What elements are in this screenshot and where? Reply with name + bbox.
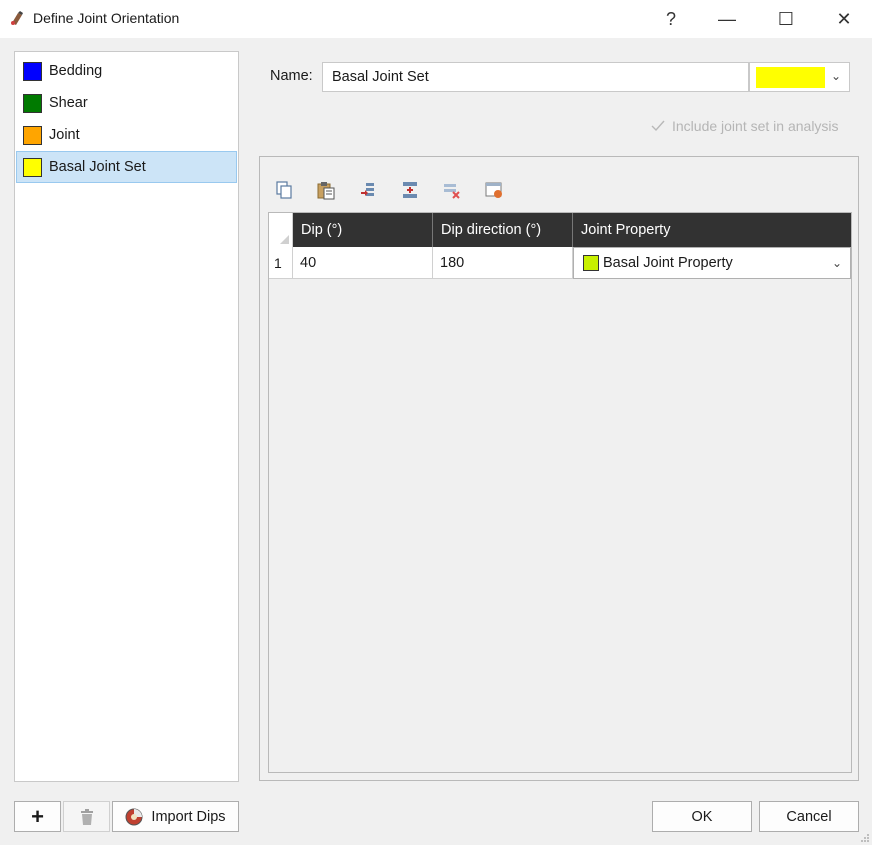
column-header-dip-direction[interactable]: Dip direction (°) xyxy=(433,213,573,247)
maximize-button[interactable]: ☐ xyxy=(758,0,814,38)
trash-icon xyxy=(80,808,93,825)
include-in-analysis-checkbox: Include joint set in analysis xyxy=(650,118,839,134)
color-swatch xyxy=(23,125,42,145)
checkmark-icon xyxy=(650,118,666,134)
copy-button[interactable] xyxy=(272,178,295,201)
delete-row-button[interactable] xyxy=(440,178,463,201)
ok-button[interactable]: OK xyxy=(652,801,752,832)
joint-set-list[interactable]: Bedding Shear Joint Basal Joint Set xyxy=(14,51,239,782)
copy-icon xyxy=(275,180,292,199)
cell-dip[interactable]: 40 xyxy=(293,247,433,279)
paste-icon xyxy=(317,181,334,199)
cancel-button[interactable]: Cancel xyxy=(759,801,859,832)
chevron-down-icon: ⌄ xyxy=(831,256,842,270)
minimize-icon: — xyxy=(718,8,736,29)
title-bar: Define Joint Orientation ? — ☐ ✕ xyxy=(0,0,872,38)
plus-icon: + xyxy=(31,803,44,829)
maximize-icon: ☐ xyxy=(777,8,795,29)
column-header-dip[interactable]: Dip (°) xyxy=(293,213,433,247)
import-dips-button[interactable]: Import Dips xyxy=(112,801,239,832)
add-row-icon xyxy=(402,181,417,198)
color-swatch xyxy=(23,93,42,113)
import-dips-label: Import Dips xyxy=(151,808,226,825)
joint-set-label: Joint xyxy=(49,127,80,143)
joint-set-label: Basal Joint Set xyxy=(49,159,146,175)
window-title: Define Joint Orientation xyxy=(33,10,180,26)
joint-set-item-joint[interactable]: Joint xyxy=(16,119,237,151)
insert-row-icon xyxy=(360,182,374,196)
color-chip xyxy=(756,67,825,88)
joint-property-value: Basal Joint Property xyxy=(603,255,733,271)
name-input[interactable]: Basal Joint Set xyxy=(322,62,749,92)
joint-set-label: Bedding xyxy=(49,63,103,79)
cell-dip-direction[interactable]: 180 xyxy=(433,247,573,279)
chevron-down-icon: ⌄ xyxy=(830,69,841,83)
color-swatch xyxy=(23,61,42,81)
cell-joint-property-dropdown[interactable]: Basal Joint Property ⌄ xyxy=(573,247,851,279)
help-icon: ? xyxy=(665,8,676,29)
delete-joint-set-button[interactable] xyxy=(63,801,110,832)
name-label: Name: xyxy=(270,68,313,84)
select-all-corner[interactable] xyxy=(269,213,293,247)
column-header-joint-property[interactable]: Joint Property xyxy=(573,213,851,247)
close-button[interactable]: ✕ xyxy=(816,0,872,38)
properties-button[interactable] xyxy=(482,178,505,201)
joint-set-item-shear[interactable]: Shear xyxy=(16,87,237,119)
insert-row-button[interactable] xyxy=(356,178,379,201)
color-swatch xyxy=(23,157,42,177)
resize-grip-icon[interactable] xyxy=(860,833,870,843)
add-row-button[interactable] xyxy=(398,178,421,201)
close-icon: ✕ xyxy=(836,8,852,29)
help-button[interactable]: ? xyxy=(643,0,699,38)
table-toolbar xyxy=(272,178,524,202)
stereonet-icon xyxy=(125,808,143,825)
delete-row-icon xyxy=(443,183,460,199)
properties-icon xyxy=(485,182,502,198)
color-dropdown[interactable]: ⌄ xyxy=(749,62,850,92)
row-header[interactable]: 1 xyxy=(269,247,293,279)
orientation-table[interactable]: Dip (°) Dip direction (°) Joint Property… xyxy=(268,212,852,773)
property-color-swatch xyxy=(583,255,599,271)
add-joint-set-button[interactable]: + xyxy=(14,801,61,832)
minimize-button[interactable]: — xyxy=(699,0,755,38)
include-label: Include joint set in analysis xyxy=(672,118,839,134)
joint-set-item-basal-joint-set[interactable]: Basal Joint Set xyxy=(16,151,237,183)
joint-set-item-bedding[interactable]: Bedding xyxy=(16,55,237,87)
app-icon xyxy=(11,11,23,25)
paste-button[interactable] xyxy=(314,178,337,201)
joint-set-label: Shear xyxy=(49,95,88,111)
